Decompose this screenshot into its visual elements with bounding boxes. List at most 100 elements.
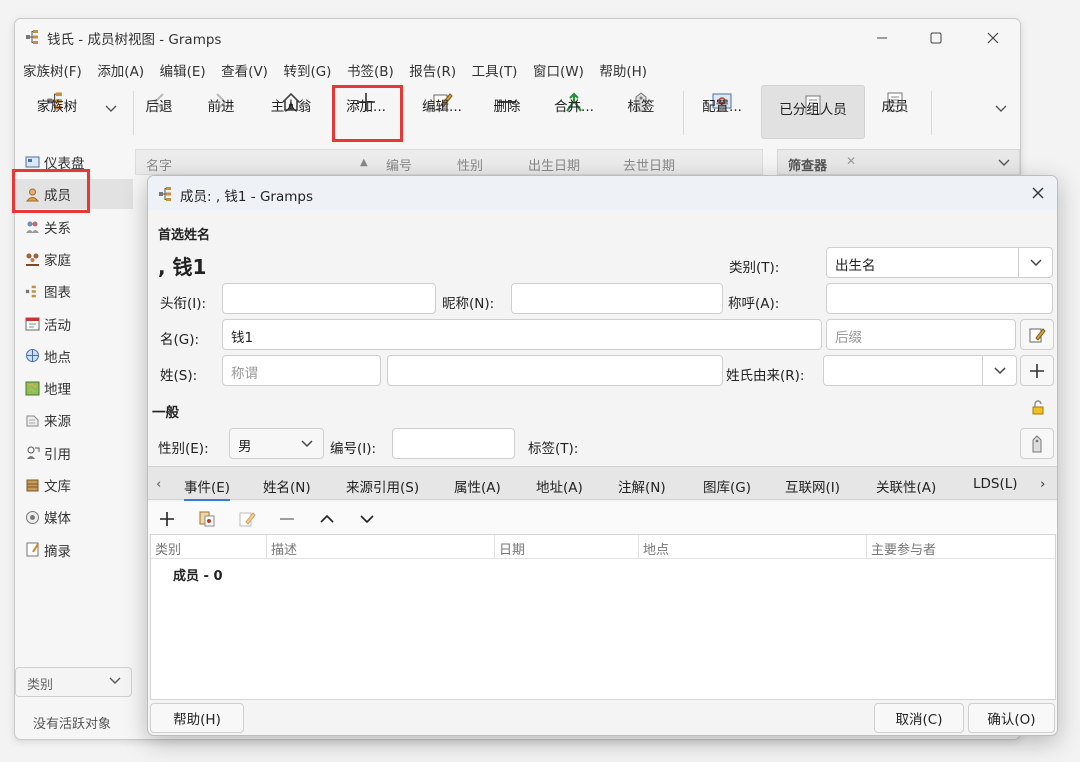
menu-help[interactable]: 帮助(H): [591, 57, 654, 81]
column-place[interactable]: 地点: [639, 535, 867, 559]
sidebar-item-events[interactable]: 活动: [15, 309, 133, 339]
maximize-button[interactable]: [913, 25, 959, 51]
sidebar-item-repositories[interactable]: 文库: [15, 470, 133, 500]
tab-internet[interactable]: 互联网(I): [785, 476, 840, 496]
sidebar-item-citations[interactable]: 引用: [15, 438, 133, 468]
edit-event-button[interactable]: [236, 508, 258, 530]
column-id[interactable]: 编号: [386, 155, 412, 174]
filter-sidebar-tab[interactable]: 筛查器 ✕: [777, 149, 1020, 175]
menu-windows[interactable]: 窗口(W): [525, 57, 591, 81]
tab-names[interactable]: 姓名(N): [263, 476, 311, 496]
tag-button[interactable]: 标签: [621, 83, 661, 141]
configure-button[interactable]: 配置...: [697, 83, 747, 141]
help-button[interactable]: 帮助(H): [150, 703, 244, 733]
home-button[interactable]: 主人翁: [267, 83, 315, 141]
column-event-type[interactable]: 类别: [151, 535, 267, 559]
edit-tags-button[interactable]: [1020, 428, 1054, 459]
suffix-input[interactable]: 后缀: [826, 319, 1016, 350]
minimize-button[interactable]: [859, 25, 905, 51]
sidebar-item-places[interactable]: 地点: [15, 341, 133, 371]
editor-tabs: ‹ 事件(E) 姓名(N) 来源引用(S) 属性(A) 地址(A) 注解(N) …: [148, 466, 1057, 501]
id-input[interactable]: [392, 428, 515, 459]
column-description[interactable]: 描述: [267, 535, 495, 559]
close-button[interactable]: [970, 25, 1016, 51]
merge-button[interactable]: 合并...: [551, 83, 597, 141]
given-name-input[interactable]: 钱1: [222, 319, 822, 350]
tab-addresses[interactable]: 地址(A): [536, 476, 583, 496]
add-event-button[interactable]: [156, 508, 178, 530]
ok-button[interactable]: 确认(O): [968, 703, 1055, 733]
category-select[interactable]: 类别: [15, 667, 132, 697]
menu-edit[interactable]: 编辑(E): [152, 57, 214, 81]
people-view-button[interactable]: 成员: [873, 83, 917, 141]
tab-gallery[interactable]: 图库(G): [703, 476, 751, 496]
event-group-row[interactable]: 成员 - 0: [173, 565, 223, 584]
sidebar-item-label: 地理: [44, 382, 71, 399]
dialog-title: 成员: , 钱1 - Gramps: [180, 189, 314, 205]
column-gender[interactable]: 性别: [457, 155, 483, 174]
tab-notes[interactable]: 注解(N): [618, 476, 666, 496]
close-icon[interactable]: ✕: [846, 154, 856, 168]
tags-label: 标签(T):: [528, 441, 579, 457]
surname-input[interactable]: [387, 355, 723, 386]
sidebar-item-geography[interactable]: 地理: [15, 373, 133, 403]
menu-bookmarks[interactable]: 书签(B): [339, 57, 401, 81]
tabs-scroll-right-icon[interactable]: ›: [1040, 476, 1045, 492]
sidebar-item-relationships[interactable]: 关系: [15, 212, 133, 242]
menu-tools[interactable]: 工具(T): [464, 57, 525, 81]
nickname-input[interactable]: [511, 283, 723, 314]
minimize-icon: [876, 32, 888, 44]
tab-events[interactable]: 事件(E): [184, 476, 231, 501]
move-down-button[interactable]: [356, 508, 378, 530]
menu-add[interactable]: 添加(A): [89, 57, 151, 81]
people-nav-highlight: [12, 169, 90, 213]
column-main-participants[interactable]: 主要参与者: [867, 535, 1055, 559]
sidebar-item-sources[interactable]: 来源: [15, 405, 133, 435]
tab-lds[interactable]: LDS(L): [973, 476, 1018, 492]
share-event-button[interactable]: [196, 508, 218, 530]
column-death-date[interactable]: 去世日期: [623, 155, 675, 174]
move-up-button[interactable]: [316, 508, 338, 530]
tabs-scroll-left-icon[interactable]: ‹: [156, 476, 161, 492]
sidebar-item-notes[interactable]: 摘录: [15, 535, 133, 565]
edit-name-button[interactable]: [1020, 319, 1054, 350]
cancel-button[interactable]: 取消(C): [874, 703, 964, 733]
family-tree-dropdown[interactable]: [101, 83, 121, 141]
column-date[interactable]: 日期: [495, 535, 639, 559]
tab-attributes[interactable]: 属性(A): [454, 476, 501, 496]
menu-go[interactable]: 转到(G): [275, 57, 339, 81]
edit-person-button[interactable]: 编辑...: [417, 83, 467, 141]
add-surname-button[interactable]: [1020, 355, 1054, 386]
back-button[interactable]: 后退: [141, 83, 177, 141]
forward-button[interactable]: 前进: [203, 83, 239, 141]
remove-event-button[interactable]: [276, 508, 298, 530]
privacy-lock-icon[interactable]: [1028, 400, 1046, 416]
chevron-down-icon: [993, 366, 1006, 375]
sidebar-item-media[interactable]: 媒体: [15, 502, 133, 532]
given-name-label: 名(G):: [160, 332, 200, 348]
prefix-input[interactable]: 称谓: [222, 355, 381, 386]
name-type-dropdown[interactable]: [1018, 247, 1052, 278]
family-tree-button[interactable]: 家族树: [29, 83, 85, 141]
menu-view[interactable]: 查看(V): [213, 57, 275, 81]
menu-family-tree[interactable]: 家族树(F): [15, 57, 89, 81]
id-label: 编号(I):: [330, 441, 377, 457]
name-type-select[interactable]: 出生名: [826, 247, 1053, 278]
column-birth-date[interactable]: 出生日期: [528, 155, 580, 174]
sidebar-item-families[interactable]: 家庭: [15, 244, 133, 274]
sidebar-item-charts[interactable]: 图表: [15, 276, 133, 306]
tab-associations[interactable]: 关联性(A): [876, 476, 936, 496]
tab-citations[interactable]: 来源引用(S): [346, 476, 419, 496]
origin-dropdown[interactable]: [982, 355, 1016, 386]
dialog-close-icon[interactable]: [1032, 187, 1044, 199]
sidebar-item-label: 关系: [44, 220, 71, 237]
origin-select[interactable]: [823, 355, 1017, 386]
call-name-input[interactable]: [826, 283, 1053, 314]
column-name[interactable]: 名字: [146, 155, 172, 174]
delete-person-button[interactable]: 删除: [489, 83, 525, 141]
grouped-people-view-button[interactable]: 已分组人员: [761, 85, 865, 139]
toolbar-overflow-button[interactable]: [991, 83, 1011, 141]
gender-select[interactable]: 男: [229, 428, 324, 459]
menu-reports[interactable]: 报告(R): [401, 57, 463, 81]
title-input[interactable]: [222, 283, 436, 314]
